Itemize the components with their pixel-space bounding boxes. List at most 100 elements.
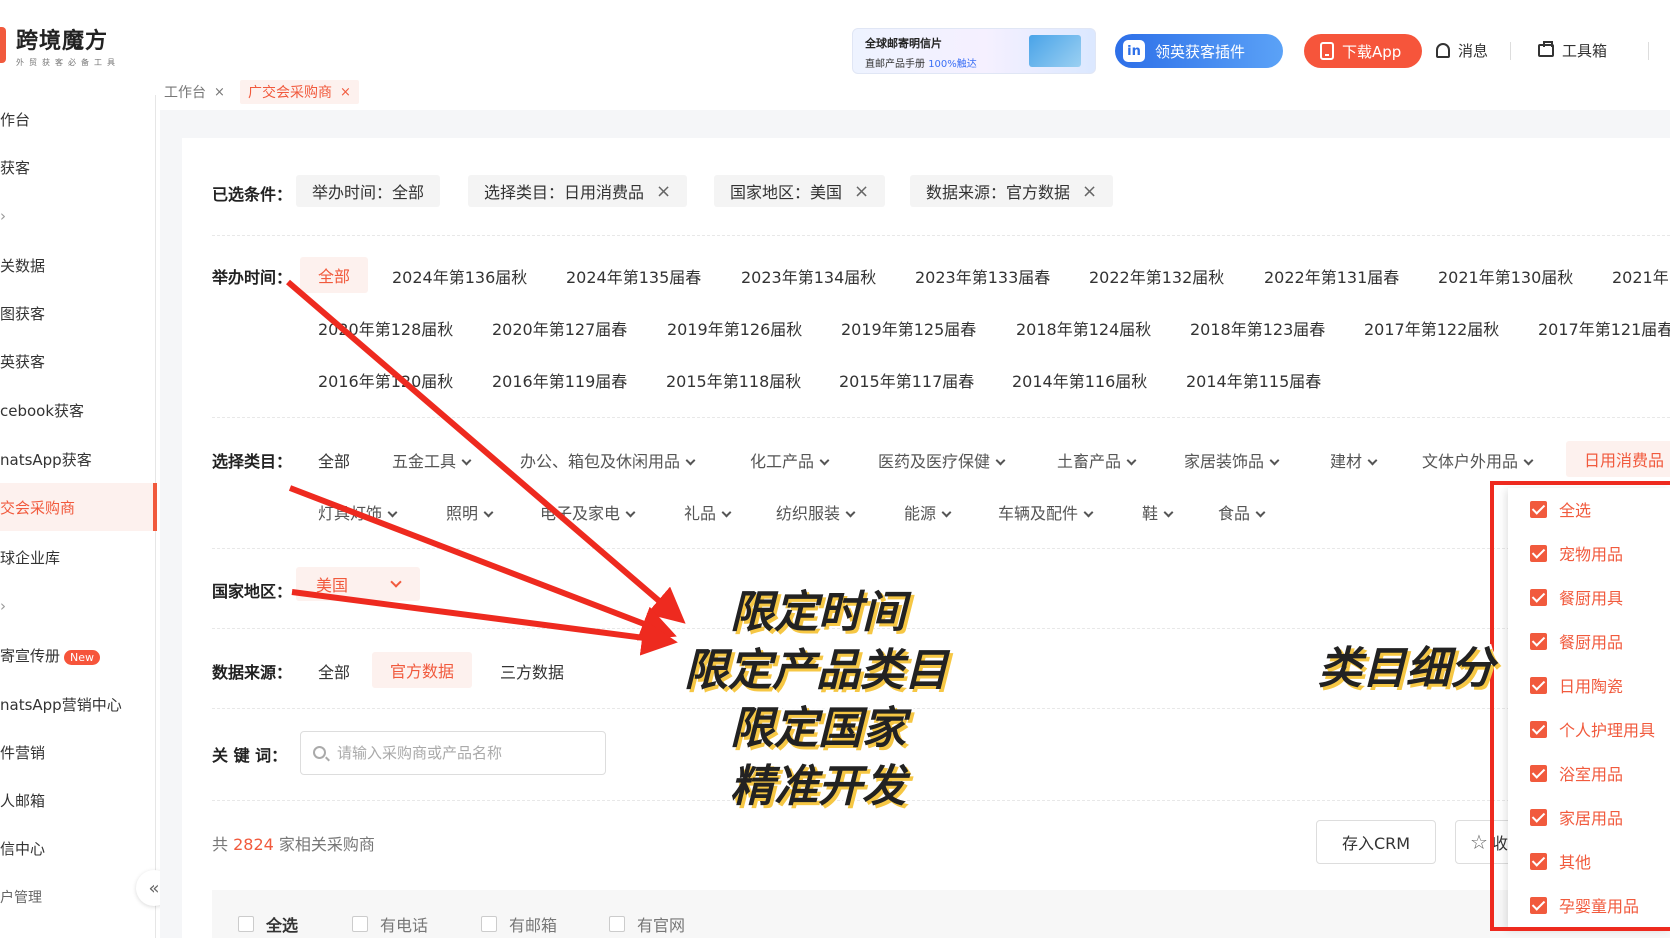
subcategory-label: 宠物用品 xyxy=(1559,545,1624,564)
time-option[interactable]: 2016年第119届春 xyxy=(492,368,627,392)
time-option[interactable]: 2020年第128届秋 xyxy=(318,316,453,340)
time-option-all[interactable]: 全部 xyxy=(300,257,369,293)
time-option[interactable]: 2021年第130届秋 xyxy=(1438,264,1573,288)
category-dropdown[interactable]: 食品 xyxy=(1218,500,1266,524)
time-option[interactable]: 2024年第135届春 xyxy=(566,264,701,288)
has-email-checkbox[interactable]: 有邮箱 xyxy=(481,912,557,936)
postcard-banner[interactable]: 全球邮寄明信片 直邮产品手册 100%触达 xyxy=(852,28,1096,74)
close-icon[interactable]: × xyxy=(214,85,225,100)
sidebar-item-customer-management[interactable]: 户管理 xyxy=(0,887,42,907)
sidebar-item-facebook-acquisition[interactable]: cebook获客 xyxy=(0,400,84,421)
subcategory-checkbox[interactable]: 全选 xyxy=(1530,497,1591,521)
time-option[interactable]: 2014年第115届春 xyxy=(1186,368,1321,392)
category-dropdown[interactable]: 文体户外用品 xyxy=(1422,448,1534,472)
subcategory-label: 其他 xyxy=(1559,853,1592,872)
sidebar-item-personal-mailbox[interactable]: 人邮箱 xyxy=(0,790,45,811)
save-to-crm-button[interactable]: 存入CRM xyxy=(1316,820,1436,864)
category-label-text: 医药及医疗保健 xyxy=(878,452,991,471)
close-icon[interactable]: × xyxy=(1082,181,1097,202)
category-dropdown-selected[interactable]: 日用消费品 xyxy=(1566,441,1670,477)
subcategory-checkbox[interactable]: 孕婴童用品 xyxy=(1530,893,1639,917)
source-option-official[interactable]: 官方数据 xyxy=(372,652,473,688)
source-option-third-party[interactable]: 三方数据 xyxy=(500,659,564,683)
category-dropdown[interactable]: 土畜产品 xyxy=(1057,448,1137,472)
time-option[interactable]: 2022年第131届春 xyxy=(1264,264,1399,288)
category-dropdown[interactable]: 纺织服装 xyxy=(776,500,856,524)
time-option[interactable]: 2017年第121届春 xyxy=(1538,316,1670,340)
subcategory-checkbox[interactable]: 浴室用品 xyxy=(1530,761,1623,785)
subcategory-checkbox[interactable]: 宠物用品 xyxy=(1530,541,1623,565)
time-option[interactable]: 2016年第120届秋 xyxy=(318,368,453,392)
messages-link[interactable]: 消息 xyxy=(1436,40,1488,61)
time-option[interactable]: 2020年第127届春 xyxy=(492,316,627,340)
category-dropdown[interactable]: 医药及医疗保健 xyxy=(878,448,1006,472)
category-option-all[interactable]: 全部 xyxy=(318,448,350,472)
close-icon[interactable]: × xyxy=(854,181,869,202)
category-dropdown[interactable]: 礼品 xyxy=(684,500,732,524)
category-dropdown[interactable]: 能源 xyxy=(904,500,952,524)
chevron-down-icon xyxy=(1255,507,1266,518)
sidebar-item-customs-data[interactable]: 关数据 xyxy=(0,255,45,276)
sidebar-item-email-marketing[interactable]: 件营销 xyxy=(0,742,45,763)
subcategory-checkbox[interactable]: 餐厨用品 xyxy=(1530,629,1623,653)
country-select[interactable]: 美国 xyxy=(296,567,420,601)
category-dropdown[interactable]: 电子及家电 xyxy=(540,500,636,524)
time-option[interactable]: 2015年第118届秋 xyxy=(666,368,801,392)
sidebar-item-global-enterprise[interactable]: 球企业库 xyxy=(0,547,60,568)
select-all-checkbox[interactable]: 全选 xyxy=(238,912,298,936)
category-label-text: 食品 xyxy=(1218,504,1251,523)
category-dropdown[interactable]: 化工产品 xyxy=(750,448,830,472)
category-dropdown[interactable]: 照明 xyxy=(446,500,494,524)
tab-workbench[interactable]: 工作台 × xyxy=(164,80,225,104)
time-option[interactable]: 2018年第124届秋 xyxy=(1016,316,1151,340)
close-icon[interactable]: × xyxy=(656,181,671,202)
time-option[interactable]: 2015年第117届春 xyxy=(839,368,974,392)
has-phone-checkbox[interactable]: 有电话 xyxy=(352,912,428,936)
tab-canton-fair-buyers[interactable]: 广交会采购商 × xyxy=(240,80,359,104)
sidebar-item-map-acquisition[interactable]: 图获客 xyxy=(0,303,45,324)
category-dropdown[interactable]: 车辆及配件 xyxy=(998,500,1094,524)
time-option[interactable]: 2024年第136届秋 xyxy=(392,264,527,288)
subcategory-checkbox[interactable]: 个人护理用具 xyxy=(1530,717,1655,741)
has-website-checkbox[interactable]: 有官网 xyxy=(609,912,685,936)
subcategory-checkbox[interactable]: 餐厨用具 xyxy=(1530,585,1623,609)
category-dropdown[interactable]: 办公、箱包及休闲用品 xyxy=(520,448,696,472)
time-option[interactable]: 2023年第134届秋 xyxy=(741,264,876,288)
sidebar-item-mail-brochure[interactable]: 寄宣传册 New xyxy=(0,645,101,666)
chip-label: 数据来源：官方数据 xyxy=(926,183,1071,202)
sidebar-item-workbench[interactable]: 作台 xyxy=(0,109,30,130)
subcategory-checkbox[interactable]: 家居用品 xyxy=(1530,805,1623,829)
download-app-button[interactable]: 下载App xyxy=(1304,34,1422,68)
time-option[interactable]: 2017年第122届秋 xyxy=(1364,316,1499,340)
category-dropdown[interactable]: 建材 xyxy=(1330,448,1378,472)
time-option[interactable]: 2019年第125届春 xyxy=(841,316,976,340)
subcategory-checkbox[interactable]: 日用陶瓷 xyxy=(1530,673,1623,697)
close-icon[interactable]: × xyxy=(340,85,351,100)
sidebar-item-canton-fair-buyers[interactable]: 交会采购商 xyxy=(0,483,157,531)
toolbox-link[interactable]: 工具箱 xyxy=(1538,40,1607,61)
sidebar-item-whatsapp-marketing[interactable]: natsApp营销中心 xyxy=(0,694,122,715)
sidebar-item-acquisition[interactable]: 获客 xyxy=(0,157,30,178)
sidebar-item-linkedin-acquisition[interactable]: 英获客 xyxy=(0,351,45,372)
category-dropdown[interactable]: 五金工具 xyxy=(392,448,472,472)
linkedin-plugin-button[interactable]: in 领英获客插件 xyxy=(1115,34,1283,68)
category-dropdown[interactable]: 鞋 xyxy=(1142,500,1174,524)
subcategory-checkbox[interactable]: 其他 xyxy=(1530,849,1591,873)
source-option-all[interactable]: 全部 xyxy=(318,659,350,683)
time-option[interactable]: 2023年第133届春 xyxy=(915,264,1050,288)
sidebar-item-message-center[interactable]: 信中心 xyxy=(0,838,45,859)
time-option[interactable]: 2021年 xyxy=(1612,264,1669,288)
chevron-down-icon xyxy=(387,507,398,518)
time-option[interactable]: 2014年第116届秋 xyxy=(1012,368,1147,392)
time-option[interactable]: 2022年第132届秋 xyxy=(1089,264,1224,288)
keyword-search-input[interactable] xyxy=(300,731,606,775)
category-dropdown[interactable]: 灯具灯饰 xyxy=(318,500,398,524)
time-option[interactable]: 2019年第126届秋 xyxy=(667,316,802,340)
checkbox-label: 有邮箱 xyxy=(509,916,558,935)
sidebar-item-whatsapp-acquisition[interactable]: natsApp获客 xyxy=(0,449,92,470)
chip-time: 举办时间：全部 xyxy=(296,175,441,207)
time-option[interactable]: 2018年第123届春 xyxy=(1190,316,1325,340)
logo[interactable]: 跨境魔方 外贸获客必备工具 xyxy=(0,20,120,70)
category-dropdown[interactable]: 家居装饰品 xyxy=(1184,448,1280,472)
chevron-down-icon xyxy=(1126,455,1137,466)
